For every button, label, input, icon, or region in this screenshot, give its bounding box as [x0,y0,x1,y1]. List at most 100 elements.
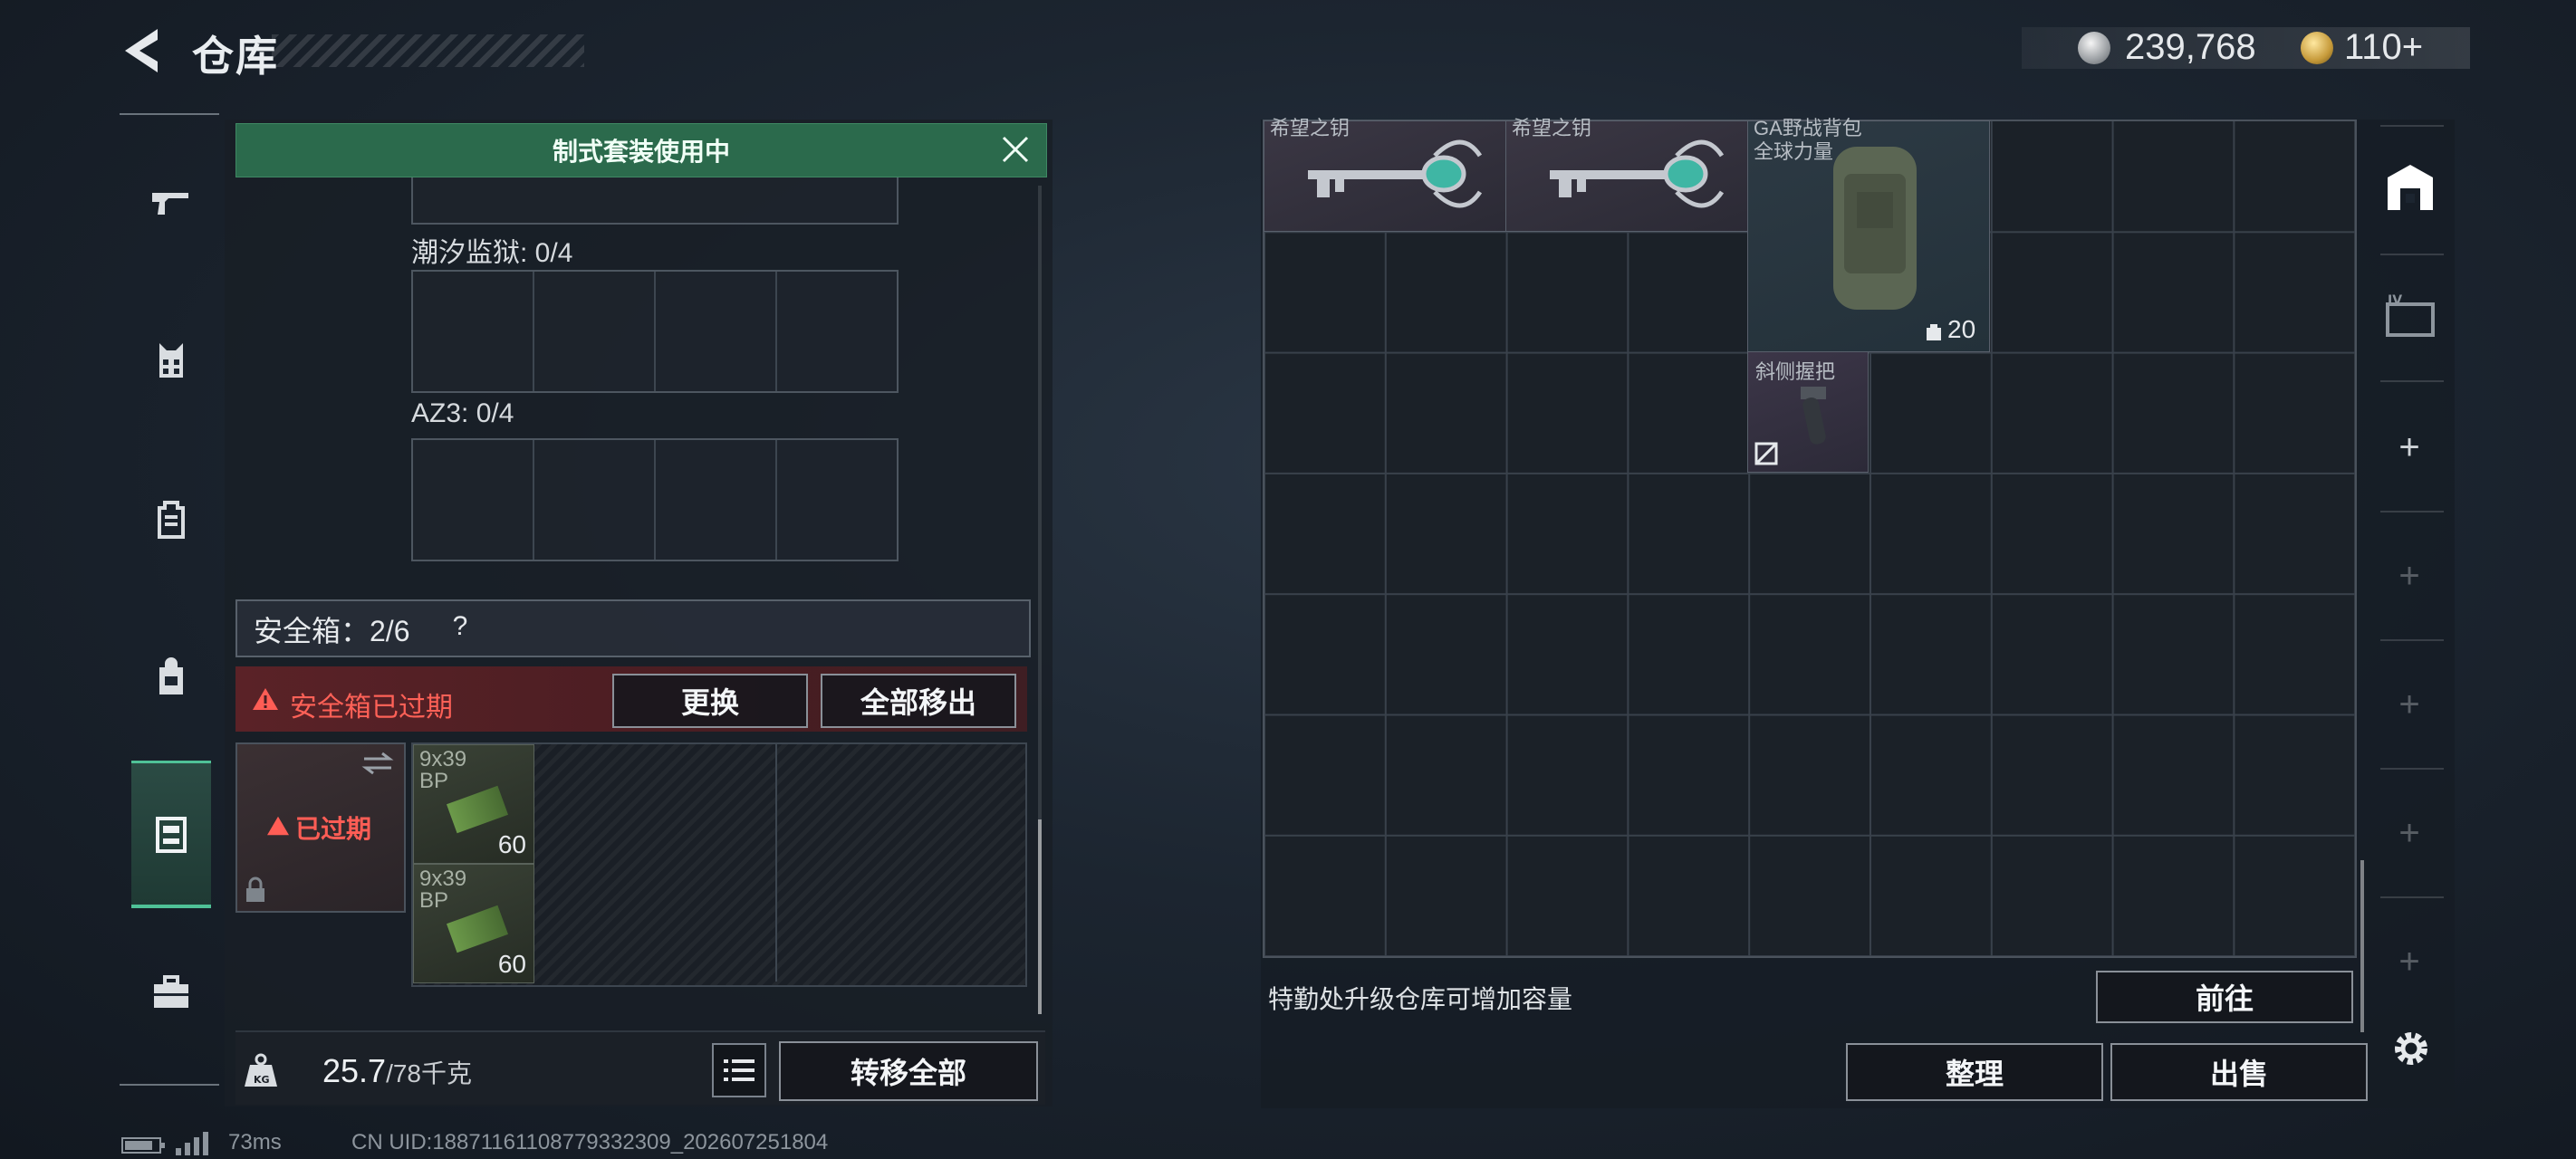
signal-icon [176,1132,208,1155]
safe-box-title: 安全箱：2/6 [254,615,410,647]
rail-separator [2380,896,2444,898]
set-slot[interactable] [534,272,656,391]
remove-all-button[interactable]: 全部移出 [821,674,1016,728]
set-slot[interactable] [413,272,534,391]
set-slot[interactable] [777,440,897,560]
rail-separator [2380,380,2444,382]
set-slot-row-tidal-prison [411,270,899,393]
stash-item-grip[interactable]: 斜侧握把 [1747,351,1869,473]
rail-separator [2380,125,2444,127]
set-slot-row-az3 [411,438,899,561]
bag-icon [159,657,183,694]
help-icon[interactable]: ? [442,608,478,645]
safe-box-warning-text: 安全箱已过期 [290,693,453,723]
add-stash-tab-icon[interactable]: + [2391,942,2427,982]
silver-coin-icon [2078,32,2110,64]
stash-item-backpack[interactable]: GA野战背包 全球力量 20 [1747,117,1990,352]
stash-scrollbar-thumb[interactable] [2360,860,2364,1032]
key-image [1550,139,1725,208]
svg-text:IV: IV [2388,293,2402,308]
ammo-count: 60 [497,950,526,978]
rail-separator [2380,254,2444,255]
ammo-box-image [446,905,509,953]
sidebar-item-toolbox[interactable] [131,953,211,1032]
goto-button[interactable]: 前往 [2096,971,2353,1023]
sidebar-item-backpack[interactable] [131,478,211,558]
battery-icon [121,1137,165,1154]
weight-current: 25.7 [322,1052,387,1089]
page-title: 仓库 [192,33,279,80]
set-slot[interactable] [656,272,777,391]
toolbox-icon [154,975,188,1008]
expired-warning-icon [267,816,289,836]
left-scrollbar-thumb[interactable] [1038,819,1042,1014]
set-label-tidal-prison: 潮汐监狱: 0/4 [411,238,573,268]
list-view-button[interactable] [712,1043,766,1097]
add-stash-tab-icon[interactable]: + [2391,813,2427,853]
back-arrow-icon[interactable] [120,25,165,76]
set-slot[interactable] [777,272,897,391]
add-stash-tab-icon[interactable]: + [2391,556,2427,596]
set-label-az3: AZ3: 0/4 [411,398,514,428]
sidebar-item-bag[interactable] [131,637,211,717]
set-slot[interactable] [534,440,656,560]
transfer-all-button[interactable]: 转移全部 [779,1041,1038,1101]
gun-icon [152,193,188,215]
swap-icon[interactable] [360,750,395,777]
lock-icon [246,876,264,902]
backpack-image [1833,147,1917,310]
ammo-name: 9x39 BP [419,867,467,913]
stash-tab-4-icon[interactable]: IV [2384,292,2437,342]
rail-separator [2380,639,2444,641]
set-slot-row [411,177,899,225]
gold-coin-icon [2301,32,2333,64]
key-image [1308,139,1483,208]
add-stash-tab-icon[interactable]: + [2391,427,2427,467]
add-stash-tab-icon[interactable]: + [2391,685,2427,724]
sidebar-item-vest[interactable] [131,321,211,400]
weight-max: /78千克 [386,1059,473,1087]
sidebar-item-safe-case[interactable] [131,761,211,908]
close-icon[interactable] [998,132,1033,167]
safe-grid-divider [775,744,777,982]
rail-separator [2380,511,2444,512]
backpack-icon [158,501,185,539]
sidebar-item-firearms[interactable] [131,161,211,241]
user-uid: CN UID:18871161108779332309_202607251804 [351,1130,829,1154]
gold-amount[interactable]: 110+ [2344,27,2423,68]
ammo-item[interactable]: 9x39 BP 60 [413,864,534,983]
grip-image [1801,387,1826,445]
replace-button[interactable]: 更换 [612,674,808,728]
ammo-count: 60 [497,830,526,858]
ping-value: 73ms [228,1130,282,1154]
category-sidebar [120,113,219,1086]
weight-icon: KG [245,1053,277,1087]
stash-item-key[interactable]: 希望之钥 [1264,117,1506,232]
ammo-box-image [446,785,509,834]
case-icon [156,817,187,853]
capacity-icon [1927,324,1941,340]
sell-button[interactable]: 出售 [2110,1043,2368,1101]
list-icon [724,1059,755,1081]
sort-button[interactable]: 整理 [1846,1043,2103,1101]
upgrade-hint: 特勤处升级仓库可增加容量 [1268,985,1573,1013]
unequippable-icon [1754,442,1778,465]
vest-icon [159,343,183,378]
expired-badge: 已过期 [295,815,372,843]
ammo-name: 9x39 BP [419,747,467,793]
loadout-banner: 制式套装使用中 [235,123,1047,177]
stash-item-key[interactable]: 希望之钥 [1505,117,1748,232]
weight-value: 25.7/78千克 [322,1052,472,1090]
set-slot[interactable] [413,440,534,560]
title-decoration [272,34,584,67]
stash-home-icon[interactable] [2384,161,2437,214]
rail-separator [2380,768,2444,770]
capacity-value: 20 [1947,315,1976,343]
silver-amount: 239,768 [2125,27,2256,67]
svg-text:KG: KG [254,1074,270,1086]
warning-icon [253,688,278,710]
ammo-item[interactable]: 9x39 BP 60 [413,744,534,864]
settings-gear-icon[interactable] [2389,1027,2433,1070]
set-slot[interactable] [656,440,777,560]
item-name: 斜侧握把 [1755,360,1836,383]
